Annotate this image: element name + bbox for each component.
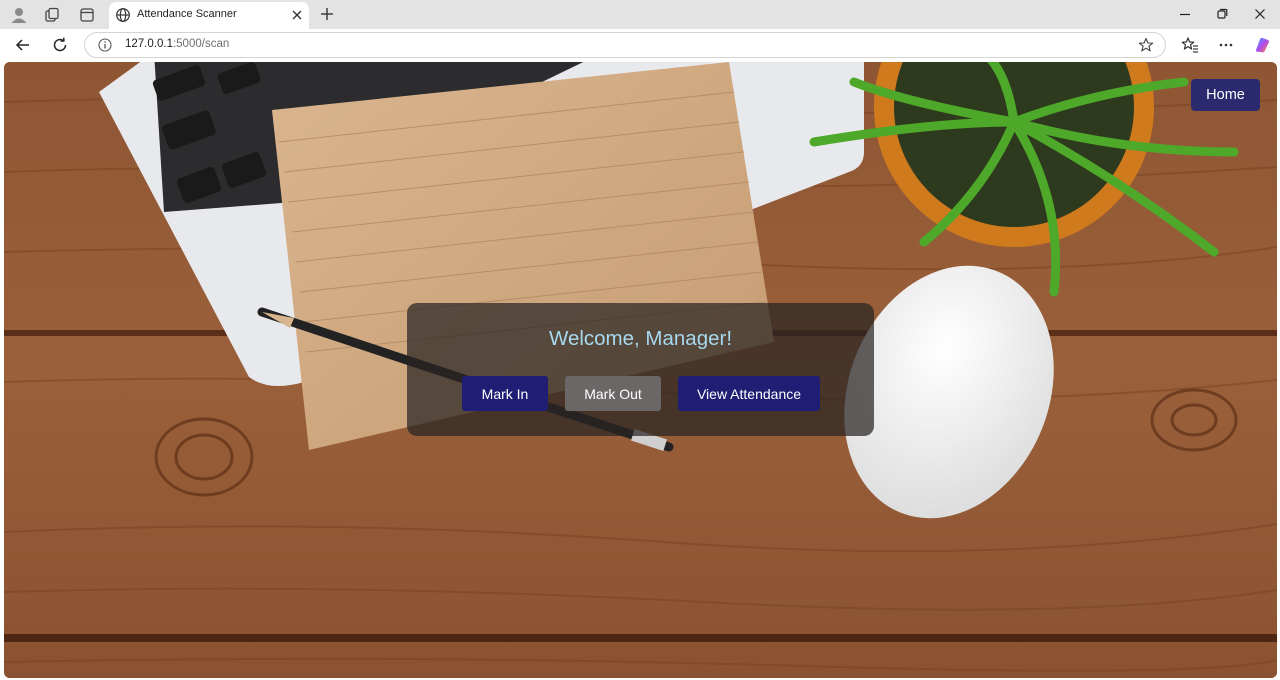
star-icon[interactable]: [1138, 37, 1154, 53]
view-attendance-button[interactable]: View Attendance: [678, 376, 820, 411]
home-button[interactable]: Home: [1191, 79, 1260, 111]
tab-title: Attendance Scanner: [137, 8, 237, 20]
mark-out-button[interactable]: Mark Out: [565, 376, 661, 411]
welcome-heading: Welcome, Manager!: [548, 327, 733, 350]
plus-icon[interactable]: [318, 5, 336, 23]
copilot-icon[interactable]: [1253, 36, 1271, 54]
info-icon[interactable]: [98, 38, 112, 52]
page-viewport: Home Welcome, Manager! Mark In Mark Out …: [4, 62, 1277, 678]
address-bar[interactable]: 127.0.0.1:5000/scan: [84, 32, 1166, 58]
url-path: :5000/scan: [172, 38, 230, 50]
tab-actions-icon[interactable]: [77, 5, 97, 25]
more-icon[interactable]: [1217, 36, 1235, 54]
url-text: 127.0.0.1:5000/scan: [125, 38, 229, 50]
profile-icon[interactable]: [9, 5, 29, 25]
favorites-icon[interactable]: [1181, 36, 1199, 54]
browser-toolbar: 127.0.0.1:5000/scan: [0, 29, 1280, 61]
minimize-icon[interactable]: [1176, 5, 1194, 23]
url-host: 127.0.0.1: [125, 38, 173, 50]
window-close-icon[interactable]: [1251, 5, 1269, 23]
globe-icon: [115, 7, 131, 23]
mark-in-button[interactable]: Mark In: [462, 376, 548, 411]
maximize-icon[interactable]: [1213, 5, 1231, 23]
refresh-icon[interactable]: [51, 36, 69, 54]
back-icon[interactable]: [14, 36, 32, 54]
tab-attendance-scanner[interactable]: Attendance Scanner: [109, 2, 309, 29]
close-icon[interactable]: [290, 8, 304, 22]
welcome-panel: Welcome, Manager! Mark In Mark Out View …: [407, 303, 874, 436]
browser-tab-bar: Attendance Scanner: [0, 0, 1280, 29]
collections-icon[interactable]: [42, 5, 62, 25]
